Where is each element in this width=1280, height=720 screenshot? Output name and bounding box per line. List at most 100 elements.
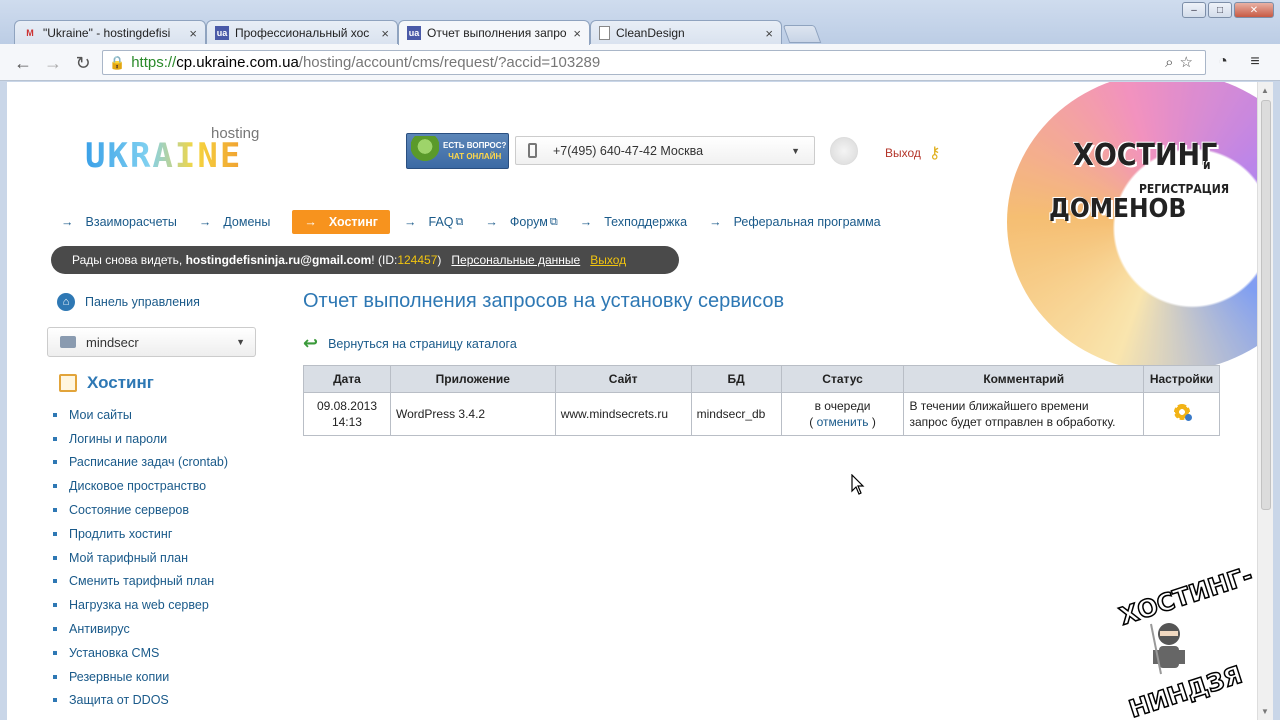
external-window-icon: ⧉ (549, 215, 558, 228)
user-bar: Рады снова видеть, hostingdefisninja.ru@… (51, 246, 679, 274)
menu-icon[interactable]: ≡ (1245, 52, 1265, 72)
phone-select[interactable]: +7(495) 640-47-42 Москва ▼ (515, 136, 815, 165)
status-value: в очереди (814, 399, 871, 413)
url-path: /hosting/account/cms/request/?accid=1032… (298, 54, 601, 71)
tab-cleandesign[interactable]: CleanDesign × (590, 20, 782, 45)
close-tab-icon[interactable]: × (573, 26, 581, 41)
url-host: cp.ukraine.com.ua (176, 54, 299, 71)
col-comment: Комментарий (903, 365, 1144, 393)
chevron-down-icon: ▼ (236, 337, 245, 347)
round-button[interactable] (830, 137, 858, 165)
window-controls: – □ ✕ (1182, 2, 1274, 18)
nav-item-payments[interactable]: → Взаиморасчеты (61, 210, 177, 234)
sidebar-item-label: Установка CMS (69, 645, 160, 660)
watermark-logo: ХОСТИНГ- НИНДЗЯ (1107, 561, 1257, 720)
key-icon: ⚷ (928, 145, 941, 162)
chat-line2: чат онлайн (448, 152, 502, 161)
vertical-scrollbar[interactable]: ▲ ▼ (1257, 82, 1273, 720)
userbar-logout-link[interactable]: Выход (590, 253, 626, 267)
close-tab-icon[interactable]: × (765, 26, 773, 41)
cell-comment: В течении ближайшего времени запрос буде… (903, 392, 1144, 436)
logout-link[interactable]: Выход ⚷ (885, 143, 941, 163)
gmail-icon: M (26, 28, 34, 38)
history-clock-icon[interactable]: ◔ (1213, 52, 1233, 72)
close-window-button[interactable]: ✕ (1234, 2, 1274, 18)
sidebar-item-server-status[interactable]: Состояние серверов (53, 498, 228, 522)
sidebar-item-change-plan[interactable]: Сменить тарифный план (53, 570, 228, 594)
lock-icon: 🔒 (109, 54, 126, 70)
tab-report[interactable]: ua Отчет выполнения запро × (398, 20, 590, 45)
nav-label: Домены (223, 215, 271, 229)
sidebar-item-label: Антивирус (69, 622, 130, 637)
scrollbar-thumb[interactable] (1261, 100, 1271, 510)
nav-label: FAQ (428, 215, 454, 229)
site-select[interactable]: mindsecr ▼ (47, 327, 256, 357)
close-tab-icon[interactable]: × (381, 26, 389, 41)
sidebar-item-backups[interactable]: Резервные копии (53, 665, 228, 689)
nav-item-referral[interactable]: → Реферальная программа (709, 210, 881, 234)
cancel-link[interactable]: отменить (817, 415, 869, 429)
bullet (53, 484, 57, 489)
maximize-button[interactable]: □ (1208, 2, 1232, 18)
sidebar-item-ddos[interactable]: Защита от DDOS (53, 689, 228, 713)
arrow-right-icon: → (198, 215, 212, 229)
nav-item-support[interactable]: → Техподдержка (580, 210, 687, 234)
back-arrow-icon[interactable]: ← (12, 52, 34, 74)
comment-line1: В течении ближайшего времени (909, 399, 1089, 413)
greeting: Рады снова видеть, (72, 253, 183, 267)
sidebar-item-crontab[interactable]: Расписание задач (crontab) (53, 451, 228, 475)
sidebar-item-antivirus[interactable]: Антивирус (53, 617, 228, 641)
sidebar-item-my-sites[interactable]: Мои сайты (53, 403, 228, 427)
nav-item-hosting[interactable]: → Хостинг (292, 210, 390, 234)
personal-data-link[interactable]: Персональные данные (451, 253, 580, 267)
col-status: Статус (780, 365, 905, 393)
bullet (53, 650, 57, 655)
scroll-down-icon[interactable]: ▼ (1261, 707, 1269, 716)
sidebar-item-label: Состояние серверов (69, 503, 189, 518)
online-chat-button[interactable]: есть вопрос? чат онлайн (406, 133, 509, 169)
paren-open: ( (809, 415, 814, 429)
bullet (53, 627, 57, 632)
close-tab-icon[interactable]: × (189, 26, 197, 41)
back-to-catalog-link[interactable]: ↩ Вернуться на страницу каталога (303, 333, 517, 354)
sidebar-item-label: Расписание задач (crontab) (69, 455, 229, 470)
settings-gear-icon[interactable] (1173, 404, 1192, 421)
sidebar-item-renew[interactable]: Продлить хостинг (53, 522, 228, 546)
reload-icon[interactable]: ↻ (72, 52, 94, 74)
tab-title: Профессиональный хос (235, 26, 370, 40)
logo-ukraine-text: UKRAINE (85, 136, 243, 176)
forward-arrow-icon[interactable]: → (42, 52, 64, 74)
nav-item-domains[interactable]: → Домены (199, 210, 271, 234)
sidebar-item-load[interactable]: Нагрузка на web сервер (53, 593, 228, 617)
new-tab-button[interactable] (782, 25, 822, 43)
minimize-button[interactable]: – (1182, 2, 1206, 18)
chat-line1: есть вопрос? (443, 141, 507, 150)
nav-item-faq[interactable]: → FAQ ⧉ (404, 210, 463, 234)
sidebar-item-label: Сменить тарифный план (69, 574, 215, 589)
scroll-up-icon[interactable]: ▲ (1261, 86, 1269, 95)
sidebar-item-label: Нагрузка на web сервер (69, 598, 209, 613)
nav-label: Техподдержка (604, 215, 688, 229)
arrow-right-icon: → (485, 215, 498, 229)
hero-and: и (1203, 158, 1211, 172)
col-date: Дата (303, 365, 391, 393)
sidebar-item-install-cms[interactable]: Установка CMS (53, 641, 228, 665)
sidebar-item-my-plan[interactable]: Мой тарифный план (53, 546, 228, 570)
arrow-right-icon: → (404, 215, 417, 229)
nav-label: Хостинг (328, 215, 378, 229)
col-settings: Настройки (1143, 365, 1220, 393)
sidebar-heading-label: Хостинг (87, 373, 154, 392)
phone-number: +7(495) 640-47-42 Москва (553, 143, 704, 158)
nav-item-forum[interactable]: → Форум ⧉ (485, 210, 557, 234)
return-arrow-icon: ↩ (303, 333, 319, 353)
sidebar-item-disk[interactable]: Дисковое пространство (53, 474, 228, 498)
tab-ukraine-pro[interactable]: ua Профессиональный хос × (206, 20, 398, 45)
arrow-right-icon: → (709, 215, 722, 229)
back-link-label: Вернуться на страницу каталога (328, 336, 517, 351)
tab-gmail[interactable]: M "Ukraine" - hostingdefisi × (14, 20, 206, 45)
address-bar[interactable]: 🔒 https:// cp.ukraine.com.ua /hosting/ac… (102, 50, 1206, 75)
zoom-star-icons[interactable]: ⌕☆ (1165, 53, 1199, 71)
sidebar-item-logins[interactable]: Логины и пароли (53, 427, 228, 451)
control-panel-link[interactable]: ⌂ Панель управления (57, 293, 200, 311)
main-nav: → Взаиморасчеты → Домены → Хостинг → FAQ ⧉ → Ф… (61, 210, 903, 234)
